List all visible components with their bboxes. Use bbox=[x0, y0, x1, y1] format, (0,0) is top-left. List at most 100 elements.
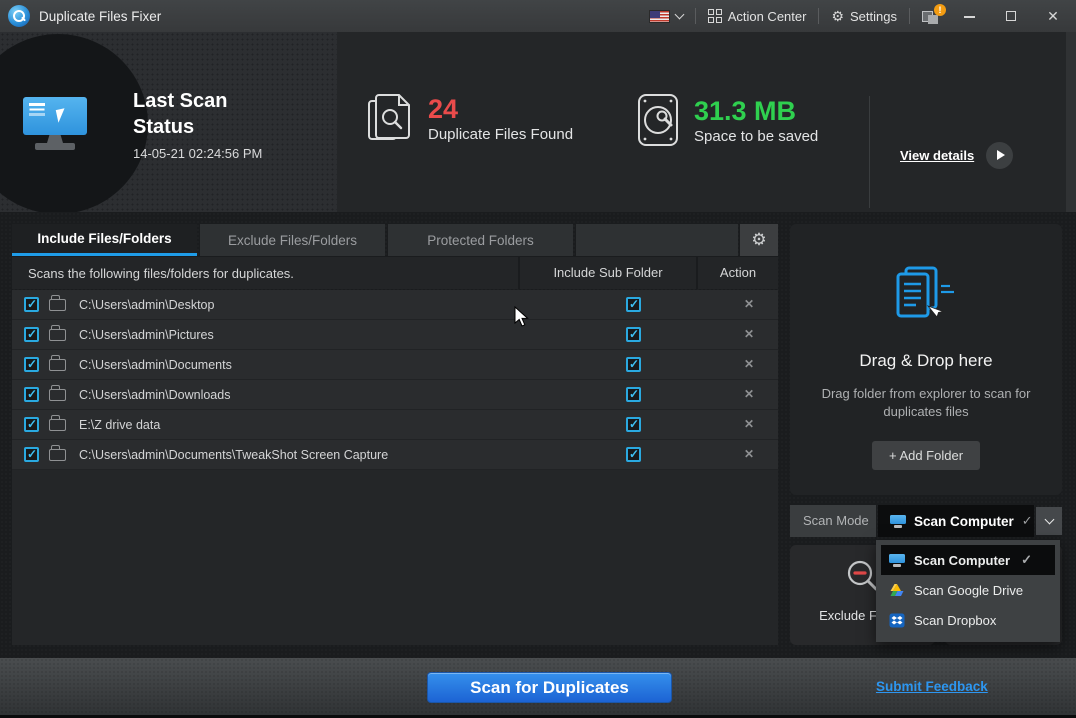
language-selector[interactable] bbox=[649, 10, 683, 23]
tab-protected-folders[interactable]: Protected Folders bbox=[388, 224, 573, 256]
option-label: Scan Computer bbox=[914, 553, 1010, 568]
chevron-down-icon bbox=[1044, 514, 1054, 524]
monitor-icon bbox=[889, 554, 905, 567]
check-icon: ✓ bbox=[1021, 552, 1032, 568]
drag-drop-panel[interactable]: Drag & Drop here Drag folder from explor… bbox=[790, 224, 1062, 495]
column-include-sub-folder: Include Sub Folder bbox=[518, 257, 696, 289]
last-scan-title: Last Scan Status bbox=[133, 88, 262, 140]
action-center-icon bbox=[708, 9, 722, 23]
remove-folder-button[interactable]: ✕ bbox=[740, 357, 758, 371]
duplicate-files-icon bbox=[366, 92, 414, 144]
include-subfolder-checkbox[interactable] bbox=[626, 297, 641, 312]
folder-icon bbox=[49, 419, 66, 431]
folder-icon bbox=[49, 449, 66, 461]
remove-folder-button[interactable]: ✕ bbox=[740, 327, 758, 341]
remove-folder-button[interactable]: ✕ bbox=[740, 297, 758, 311]
remove-folder-button[interactable]: ✕ bbox=[740, 417, 758, 431]
divider bbox=[818, 8, 819, 24]
tab-include-files-folders[interactable]: Include Files/Folders bbox=[12, 224, 197, 256]
option-scan-dropbox[interactable]: Scan Dropbox bbox=[881, 605, 1055, 635]
app-logo-icon bbox=[8, 5, 30, 27]
folder-checkbox[interactable] bbox=[24, 357, 39, 372]
disk-space-icon bbox=[636, 92, 680, 148]
remove-folder-button[interactable]: ✕ bbox=[740, 387, 758, 401]
include-subfolder-checkbox[interactable] bbox=[626, 417, 641, 432]
last-scan-timestamp: 14-05-21 02:24:56 PM bbox=[133, 146, 262, 161]
divider bbox=[909, 8, 910, 24]
settings-label: Settings bbox=[850, 9, 897, 24]
include-subfolder-checkbox[interactable] bbox=[626, 357, 641, 372]
folder-checkbox[interactable] bbox=[24, 447, 39, 462]
action-center-label: Action Center bbox=[728, 9, 807, 24]
titlebar: Duplicate Files Fixer Action Center ⚙ Se… bbox=[0, 0, 1076, 32]
table-row: C:\Users\admin\Downloads ✕ bbox=[12, 380, 778, 410]
duplicate-count: 24 bbox=[428, 94, 573, 124]
tabbar: Include Files/Folders Exclude Files/Fold… bbox=[12, 224, 778, 256]
folder-path: C:\Users\admin\Documents\TweakShot Scree… bbox=[79, 448, 388, 462]
submit-feedback-link[interactable]: Submit Feedback bbox=[876, 679, 988, 694]
scan-mode-dropdown-menu: Scan Computer ✓ Scan Google Drive Scan D… bbox=[876, 540, 1060, 642]
remove-folder-button[interactable]: ✕ bbox=[740, 447, 758, 461]
folder-icon bbox=[49, 329, 66, 341]
folder-checkbox[interactable] bbox=[24, 297, 39, 312]
minimize-button[interactable] bbox=[954, 8, 984, 24]
divider bbox=[869, 96, 870, 208]
folder-checkbox[interactable] bbox=[24, 327, 39, 342]
table-caption: Scans the following files/folders for du… bbox=[12, 266, 518, 281]
table-row: C:\Users\admin\Documents\TweakShot Scree… bbox=[12, 440, 778, 470]
header-edge-strip bbox=[1066, 32, 1076, 212]
view-details-link[interactable]: View details bbox=[900, 148, 974, 163]
option-scan-google-drive[interactable]: Scan Google Drive bbox=[881, 575, 1055, 605]
view-details-arrow-button[interactable] bbox=[986, 142, 1013, 169]
drag-drop-files-icon bbox=[888, 266, 964, 328]
drag-drop-title: Drag & Drop here bbox=[790, 351, 1062, 371]
main-area: Include Files/Folders Exclude Files/Fold… bbox=[0, 212, 1076, 658]
space-saved-value: 31.3 MB bbox=[694, 96, 818, 126]
footer-bar: Scan for Duplicates Submit Feedback bbox=[0, 658, 1076, 715]
table-row: E:\Z drive data ✕ bbox=[12, 410, 778, 440]
folder-checkbox[interactable] bbox=[24, 417, 39, 432]
scan-mode-label: Scan Mode bbox=[790, 505, 876, 537]
option-label: Scan Dropbox bbox=[914, 613, 996, 628]
google-drive-icon bbox=[889, 583, 905, 598]
maximize-button[interactable] bbox=[996, 8, 1026, 24]
option-scan-computer[interactable]: Scan Computer ✓ bbox=[881, 545, 1055, 575]
monitor-icon bbox=[890, 515, 906, 528]
scan-mode-select[interactable]: Scan Computer ✓ bbox=[878, 505, 1034, 537]
app-title: Duplicate Files Fixer bbox=[39, 9, 161, 24]
include-subfolder-checkbox[interactable] bbox=[626, 447, 641, 462]
table-header-row: Scans the following files/folders for du… bbox=[12, 257, 778, 289]
settings-button[interactable]: ⚙ Settings bbox=[831, 9, 897, 24]
table-row: C:\Users\admin\Desktop ✕ bbox=[12, 290, 778, 320]
folder-path: C:\Users\admin\Downloads bbox=[79, 388, 230, 402]
tab-exclude-files-folders[interactable]: Exclude Files/Folders bbox=[200, 224, 385, 256]
computer-monitor-icon bbox=[23, 97, 89, 153]
scan-for-duplicates-button[interactable]: Scan for Duplicates bbox=[427, 672, 672, 703]
action-center-button[interactable]: Action Center bbox=[708, 9, 807, 24]
folder-checkbox[interactable] bbox=[24, 387, 39, 402]
table-row: C:\Users\admin\Pictures ✕ bbox=[12, 320, 778, 350]
include-subfolder-checkbox[interactable] bbox=[626, 327, 641, 342]
space-saved-label: Space to be saved bbox=[694, 128, 818, 145]
notification-badge: ! bbox=[934, 4, 946, 16]
scan-mode-selected: Scan Computer bbox=[914, 514, 1014, 529]
folder-path: C:\Users\admin\Desktop bbox=[79, 298, 214, 312]
include-subfolder-checkbox[interactable] bbox=[626, 387, 641, 402]
offers-button[interactable]: ! bbox=[922, 7, 942, 25]
last-scan-header: Last Scan Status 14-05-21 02:24:56 PM 24… bbox=[0, 32, 1076, 212]
folder-icon bbox=[49, 389, 66, 401]
scan-settings-button[interactable]: ⚙ bbox=[740, 224, 778, 256]
close-button[interactable]: ✕ bbox=[1038, 8, 1068, 25]
column-action: Action bbox=[696, 257, 778, 289]
option-label: Scan Google Drive bbox=[914, 583, 1023, 598]
duplicate-count-label: Duplicate Files Found bbox=[428, 126, 573, 143]
scan-mode-dropdown-button[interactable] bbox=[1036, 507, 1062, 535]
drag-drop-description: Drag folder from explorer to scan for du… bbox=[806, 385, 1046, 421]
divider bbox=[695, 8, 696, 24]
folder-icon bbox=[49, 299, 66, 311]
table-row: C:\Users\admin\Documents ✕ bbox=[12, 350, 778, 380]
add-folder-button[interactable]: + Add Folder bbox=[872, 441, 980, 470]
folder-icon bbox=[49, 359, 66, 371]
gear-icon: ⚙ bbox=[831, 9, 844, 23]
folders-panel: Include Files/Folders Exclude Files/Fold… bbox=[12, 224, 778, 645]
